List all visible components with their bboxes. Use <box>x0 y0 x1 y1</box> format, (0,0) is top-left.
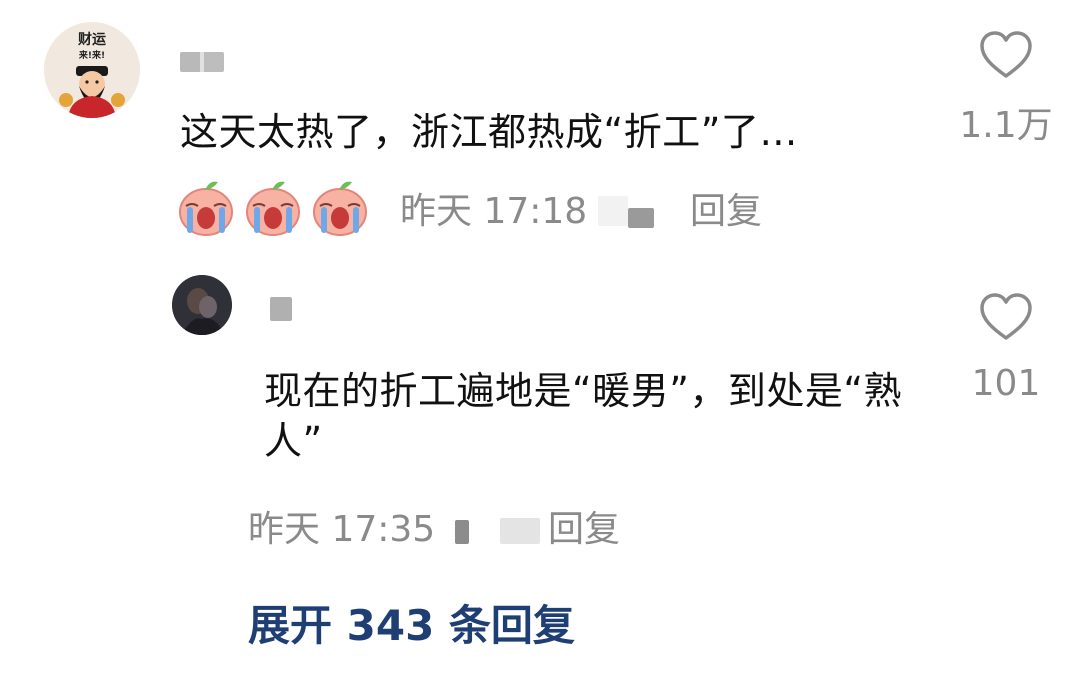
reply-timestamp: 昨天 17:35 <box>248 509 436 550</box>
location-blurred <box>628 208 654 228</box>
crying-emoji <box>176 178 236 238</box>
avatar[interactable] <box>172 275 232 335</box>
crying-emoji <box>243 178 303 238</box>
like-count: 101 <box>971 363 1041 404</box>
location-blurred <box>455 520 469 544</box>
avatar-caption-top: 财运 <box>77 31 106 48</box>
location-blurred <box>598 196 628 226</box>
comment-timestamp: 昨天 17:18 <box>400 191 588 232</box>
reply-text: 现在的折工遍地是“暖男”，到处是“熟人” <box>264 369 903 463</box>
heart-outline-icon[interactable] <box>978 292 1034 342</box>
expand-replies-link[interactable]: 展开 343 条回复 <box>248 598 575 654</box>
crying-emoji <box>310 178 370 238</box>
comment-text: 这天太热了，浙江都热成“折工”了… <box>180 110 798 154</box>
like-count: 1.1万 <box>959 105 1053 146</box>
username-blurred[interactable] <box>270 297 292 321</box>
reply-button[interactable]: 回复 <box>690 190 762 234</box>
username-blurred[interactable] <box>180 52 224 72</box>
avatar-caption-mid: 来!来! <box>78 49 105 61</box>
avatar[interactable]: 财运 来!来! <box>44 22 140 118</box>
reply-button[interactable]: 回复 <box>548 508 620 552</box>
location-blurred <box>500 518 540 544</box>
heart-outline-icon[interactable] <box>978 30 1034 80</box>
